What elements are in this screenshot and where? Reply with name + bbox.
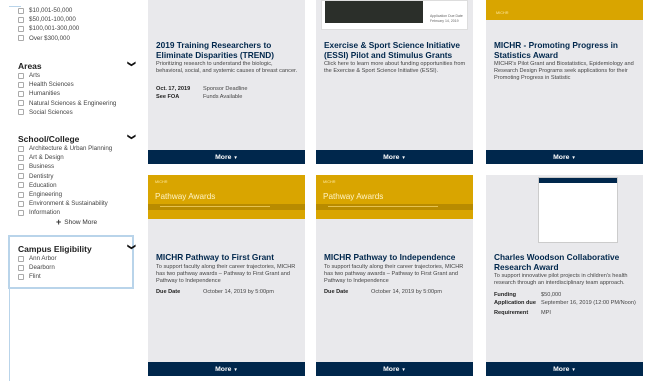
filter-group-campus: Campus Eligibility ❮ Ann Arbor Dearborn …: [18, 243, 136, 282]
filter-header-school[interactable]: School/College ❮: [18, 133, 136, 144]
checkbox[interactable]: [18, 25, 24, 32]
card-title[interactable]: Exercise & Sport Science Initiative (ESS…: [324, 40, 467, 60]
caret-down-icon: ▼: [401, 154, 406, 160]
filter-option[interactable]: Over $300,000: [18, 34, 136, 43]
more-button[interactable]: More ▼: [486, 362, 643, 376]
checkbox[interactable]: [18, 209, 24, 216]
grant-card[interactable]: Application Due Date February 14, 2019 E…: [316, 0, 473, 164]
filter-option[interactable]: $50,001-100,000: [18, 15, 136, 24]
card-description: Click here to learn more about funding o…: [324, 61, 466, 74]
more-button[interactable]: More ▼: [486, 150, 643, 164]
checkbox[interactable]: [18, 7, 24, 14]
caret-down-icon: ▼: [233, 154, 238, 160]
card-title[interactable]: MICHR Pathway to Independence: [324, 252, 467, 262]
checkbox[interactable]: [18, 109, 24, 116]
show-more-link[interactable]: + Show More: [18, 217, 136, 227]
checkbox[interactable]: [18, 182, 24, 189]
filter-option[interactable]: Ann Arbor: [18, 254, 136, 263]
checkbox[interactable]: [18, 72, 24, 79]
more-button[interactable]: More ▼: [316, 150, 473, 164]
filter-option[interactable]: Information: [18, 208, 136, 217]
grant-card[interactable]: MICHR Pathway Awards MICHR Pathway to Fi…: [148, 175, 305, 376]
checkbox[interactable]: [18, 273, 24, 280]
card-title[interactable]: MICHR - Promoting Progress in Statistics…: [494, 40, 637, 60]
filter-option[interactable]: Dearborn: [18, 263, 136, 272]
more-button[interactable]: More ▼: [148, 362, 305, 376]
card-description: To support faculty along their career tr…: [324, 264, 464, 284]
checkbox[interactable]: [18, 90, 24, 97]
checkbox[interactable]: [18, 81, 24, 88]
chevron-down-icon[interactable]: ❮: [127, 244, 136, 254]
filter-option[interactable]: Flint: [18, 272, 136, 281]
card-banner: MICHR Pathway Awards: [148, 175, 305, 219]
grant-card[interactable]: Charles Woodson Collaborative Research A…: [486, 175, 643, 376]
card-banner: MICHR: [486, 0, 643, 20]
filter-option[interactable]: Architecture & Urban Planning: [18, 144, 136, 153]
card-meta: Due Date October 14, 2019 by 5:00pm: [324, 289, 442, 295]
checkbox[interactable]: [18, 264, 24, 271]
checkbox[interactable]: [18, 200, 24, 207]
card-meta: Due Date October 14, 2019 by 5:00pm: [156, 289, 274, 295]
thumbnail-logo: [539, 178, 617, 183]
filter-option[interactable]: Humanities: [18, 89, 136, 98]
card-description: To support faculty along their career tr…: [156, 264, 296, 284]
more-button[interactable]: More ▼: [316, 362, 473, 376]
filter-header-areas[interactable]: Areas ❮: [18, 60, 136, 71]
checkbox[interactable]: [18, 16, 24, 23]
filter-option[interactable]: Business: [18, 162, 136, 171]
filter-option[interactable]: $100,001-300,000: [18, 24, 136, 33]
plus-icon: +: [56, 217, 62, 227]
card-description: To support innovative pilot projects in …: [494, 273, 628, 286]
card-banner: MICHR Pathway Awards: [316, 175, 473, 219]
caret-down-icon: ▼: [401, 366, 406, 372]
card-meta: Oct. 17, 2019 Sponsor Deadline See FOA Fun…: [156, 86, 248, 100]
chevron-down-icon[interactable]: ❮: [127, 61, 136, 71]
filter-option[interactable]: Education: [18, 181, 136, 190]
filter-option[interactable]: Dentistry: [18, 172, 136, 181]
filter-group-areas: Areas ❮ Arts Health Sciences Humanities …: [18, 60, 136, 117]
grant-card[interactable]: 2019 Training Researchers to Eliminate D…: [148, 0, 305, 164]
filter-sidebar: $10,001-50,000 $50,001-100,000 $100,001-…: [0, 0, 140, 381]
checkbox[interactable]: [18, 173, 24, 180]
caret-down-icon: ▼: [571, 366, 576, 372]
filter-option[interactable]: Environment & Sustainability: [18, 199, 136, 208]
card-description: Prioritizing research to understand the …: [156, 61, 298, 74]
grant-card[interactable]: MICHR Pathway Awards MICHR Pathway to In…: [316, 175, 473, 376]
filter-option[interactable]: Health Sciences: [18, 80, 136, 89]
checkbox[interactable]: [18, 191, 24, 198]
checkbox[interactable]: [18, 100, 24, 107]
chevron-down-icon[interactable]: ❮: [127, 134, 136, 144]
filter-option[interactable]: $10,001-50,000: [18, 6, 136, 15]
checkbox[interactable]: [18, 255, 24, 262]
card-meta: Funding $50,000 Application due September …: [494, 292, 636, 316]
filter-header-campus[interactable]: Campus Eligibility ❮: [18, 243, 136, 254]
filter-option[interactable]: Natural Sciences & Engineering: [18, 99, 136, 108]
card-title[interactable]: MICHR Pathway to First Grant: [156, 252, 299, 262]
card-thumbnail: [538, 177, 618, 243]
filter-option[interactable]: Art & Design: [18, 153, 136, 162]
card-title[interactable]: 2019 Training Researchers to Eliminate D…: [156, 40, 299, 60]
card-description: MICHR's Pilot Grant and Biostatistics, E…: [494, 61, 634, 81]
checkbox[interactable]: [18, 35, 24, 42]
card-thumbnail: Application Due Date February 14, 2019: [321, 0, 468, 30]
guide-line: [9, 289, 10, 381]
card-title[interactable]: Charles Woodson Collaborative Research A…: [494, 252, 637, 272]
filter-group-school: School/College ❮ Architecture & Urban Pl…: [18, 133, 136, 227]
caret-down-icon: ▼: [233, 366, 238, 372]
filter-option[interactable]: Social Sciences: [18, 108, 136, 117]
checkbox[interactable]: [18, 145, 24, 152]
checkbox[interactable]: [18, 154, 24, 161]
filter-group-amount: $10,001-50,000 $50,001-100,000 $100,001-…: [18, 6, 136, 43]
filter-option[interactable]: Engineering: [18, 190, 136, 199]
thumbnail-photo: [325, 1, 423, 23]
grant-card[interactable]: MICHR MICHR - Promoting Progress in Stat…: [486, 0, 643, 164]
checkbox[interactable]: [18, 163, 24, 170]
caret-down-icon: ▼: [571, 154, 576, 160]
more-button[interactable]: More ▼: [148, 150, 305, 164]
filter-option[interactable]: Arts: [18, 71, 136, 80]
